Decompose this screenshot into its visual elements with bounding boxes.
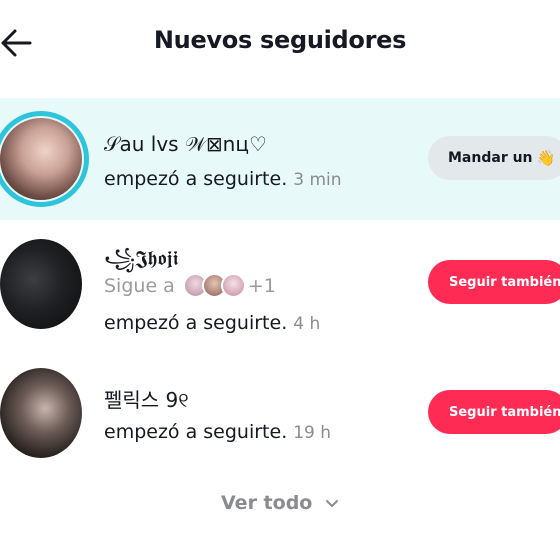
follower-action: empezó a seguirte. 19 h: [104, 421, 331, 443]
mutual-follows: Sigue a +1: [104, 273, 276, 298]
button-label: Seguir también: [449, 404, 560, 420]
follower-name[interactable]: 𝒮au lvs 𝒲⊠nц♡: [104, 132, 267, 156]
follower-action: empezó a seguirte. 3 min: [104, 168, 342, 190]
action-text: empezó a seguirte.: [104, 312, 288, 334]
chevron-down-icon: [325, 499, 338, 507]
avatar[interactable]: [0, 368, 82, 458]
follower-row[interactable]: 펠릭스 9୧ empezó a seguirte. 19 h Seguir tam…: [0, 368, 560, 468]
see-all-button[interactable]: Ver todo: [0, 492, 560, 514]
follow-back-button[interactable]: Seguir también: [428, 260, 560, 304]
follow-back-button[interactable]: Seguir también: [428, 390, 560, 434]
follower-action: empezó a seguirte. 4 h: [104, 312, 320, 334]
follow-time: 19 h: [293, 423, 332, 443]
avatar[interactable]: [0, 118, 82, 200]
send-wave-button[interactable]: Mandar un 👋: [428, 136, 560, 180]
follow-time: 3 min: [293, 170, 342, 190]
wave-hand-icon: 👋: [536, 149, 556, 167]
button-label: Seguir también: [449, 274, 560, 290]
follower-row[interactable]: 𝒮au lvs 𝒲⊠nц♡ empezó a seguirte. 3 min Ma…: [0, 98, 560, 220]
mutual-avatar: [220, 273, 246, 298]
header: Nuevos seguidores: [0, 0, 560, 88]
avatar[interactable]: [0, 239, 82, 329]
follow-time: 4 h: [293, 314, 321, 334]
follower-name[interactable]: 펠릭스 9୧: [104, 384, 189, 413]
page-title: Nuevos seguidores: [153, 26, 407, 54]
mutual-more-count: +1: [247, 274, 276, 297]
action-text: empezó a seguirte.: [104, 168, 288, 190]
mutual-text: Sigue a: [104, 274, 175, 297]
action-text: empezó a seguirte.: [104, 421, 288, 443]
follower-row[interactable]: ꧁𝕵𝖍𝖔𝖏𝖎 Sigue a +1 empezó a seguirte. 4 h …: [0, 228, 560, 368]
button-label: Mandar un: [448, 150, 533, 166]
see-all-label: Ver todo: [221, 492, 313, 514]
